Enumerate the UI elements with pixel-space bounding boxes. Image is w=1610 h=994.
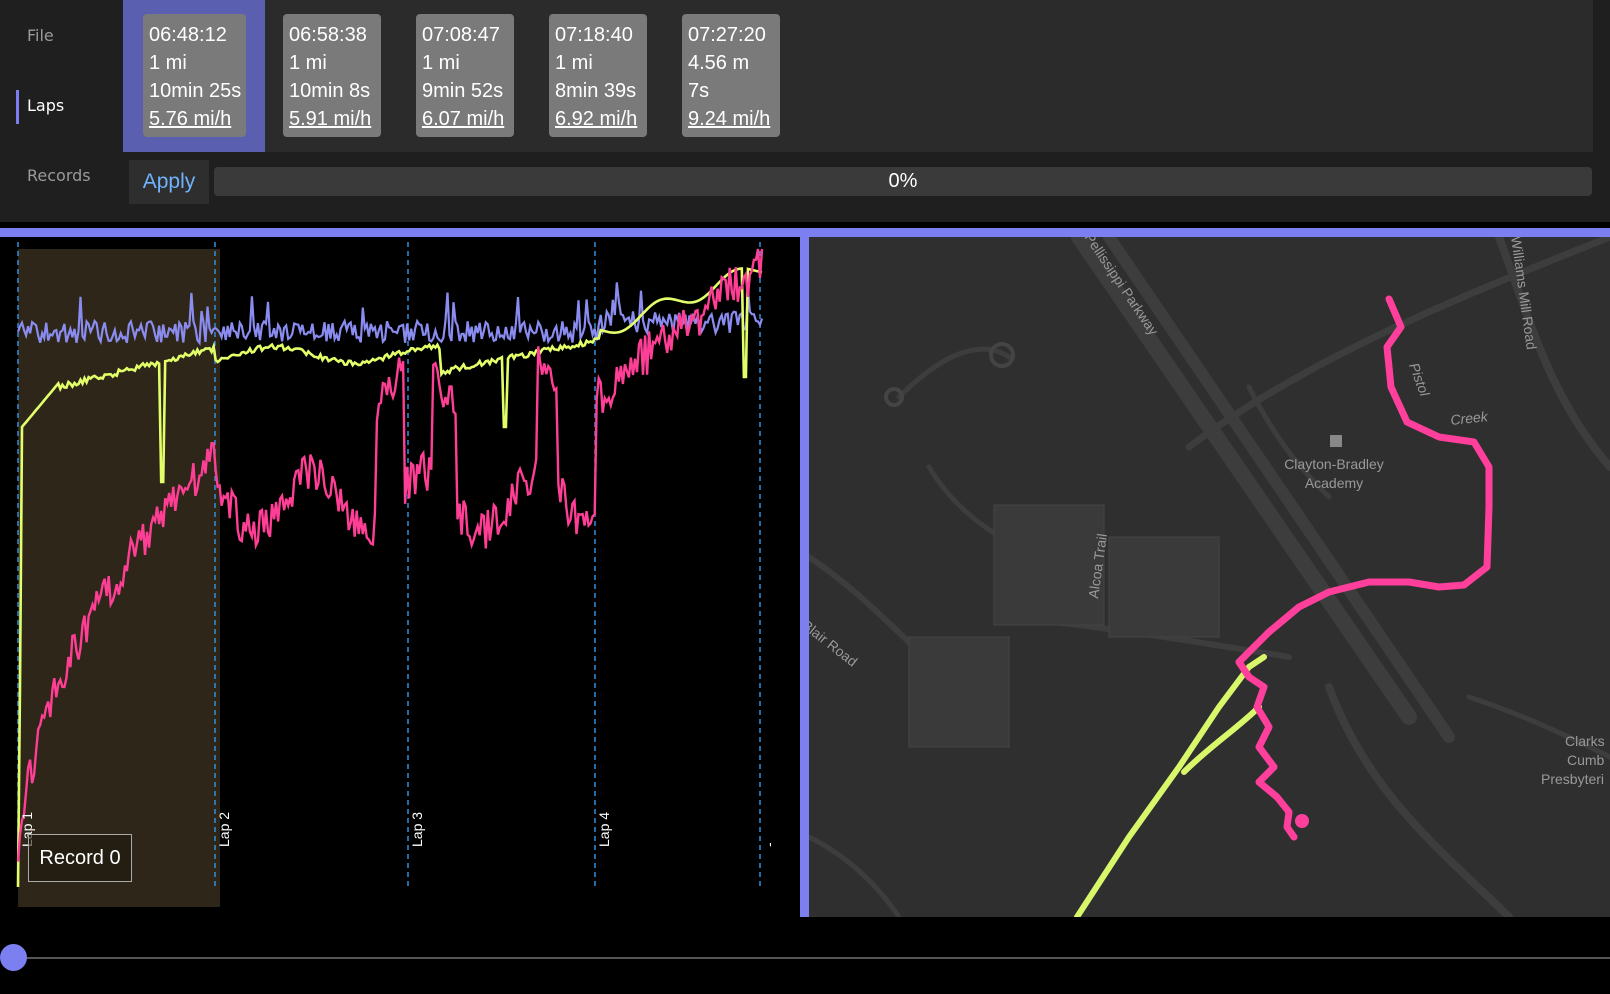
record-tooltip: Record 0	[28, 834, 132, 882]
map-label-road: Blair Road	[809, 617, 861, 670]
lap-card[interactable]: 07:08:47 1 mi 9min 52s 6.07 mi/h	[416, 14, 514, 137]
lap-distance: 1 mi	[555, 52, 593, 74]
lap-card[interactable]: 07:27:20 4.56 m 7s 9.24 mi/h	[682, 14, 780, 137]
lap-label: Lap 2	[216, 812, 232, 847]
lap-time: 06:58:38	[289, 24, 367, 46]
nav-item-file[interactable]: File	[27, 26, 54, 45]
map-label-poi: Clayton-Bradley	[1284, 456, 1384, 472]
lap-card[interactable]: 06:58:38 1 mi 10min 8s 5.91 mi/h	[283, 14, 381, 137]
nav-item-laps[interactable]: Laps	[27, 96, 64, 115]
lap-speed-link[interactable]: 9.24 mi/h	[688, 105, 774, 133]
nav-active-indicator	[16, 90, 19, 124]
map-track-end-marker	[1295, 814, 1309, 828]
lap-selection-region	[18, 249, 220, 907]
nav-item-records[interactable]: Records	[27, 166, 91, 185]
lap-time: 07:27:20	[688, 24, 766, 46]
lap-speed-link[interactable]: 5.91 mi/h	[289, 105, 375, 133]
lap-duration: 10min 8s	[289, 80, 371, 102]
lap-duration: 7s	[688, 80, 710, 102]
map-track-yellow	[1074, 654, 1267, 917]
progress-text: 0%	[888, 170, 918, 192]
apply-button[interactable]: Apply	[129, 160, 209, 204]
lap-time: 07:08:47	[422, 24, 500, 46]
progress-bar: 0%	[214, 167, 1592, 196]
map-label-poi: Cumb	[1567, 752, 1605, 768]
map-parking	[884, 342, 1220, 748]
lap-speed-link[interactable]: 6.07 mi/h	[422, 105, 508, 133]
map-label-poi: Clarks	[1565, 733, 1605, 749]
lap-time: 07:18:40	[555, 24, 633, 46]
lap-label: Lap 3	[409, 812, 425, 847]
timeline-slider-thumb[interactable]	[0, 944, 27, 971]
map-label-water: Pistol	[1406, 361, 1433, 399]
lap-distance: 4.56 m	[688, 52, 750, 74]
section-border	[0, 228, 1610, 237]
chart-panel[interactable]: Lap 1 Lap 2 Lap 3 Lap 4- Record 0	[0, 237, 800, 917]
lap-duration: 10min 25s	[149, 80, 242, 102]
map-label-poi: Academy	[1305, 475, 1363, 491]
chart-svg[interactable]: Lap 1 Lap 2 Lap 3 Lap 4-	[0, 237, 800, 917]
lap-label: Lap 4	[596, 812, 612, 847]
lap-card[interactable]: 07:18:40 1 mi 8min 39s 6.92 mi/h	[549, 14, 647, 137]
lap-speed-link[interactable]: 6.92 mi/h	[555, 105, 641, 133]
map-svg[interactable]: Pellissippi Parkway Alcoa Trail Williams…	[809, 237, 1610, 917]
map-panel[interactable]: Pellissippi Parkway Alcoa Trail Williams…	[809, 237, 1610, 917]
lap-speed-link[interactable]: 5.76 mi/h	[149, 105, 240, 133]
map-label-poi: Presbyteri	[1541, 771, 1604, 787]
panel-divider[interactable]	[800, 237, 809, 917]
lap-distance: 1 mi	[149, 52, 187, 74]
lap-card[interactable]: 06:48:12 1 mi 10min 25s 5.76 mi/h	[143, 14, 246, 137]
map-label-road: Williams Mill Road	[1508, 237, 1540, 351]
lap-duration: 9min 52s	[422, 80, 504, 102]
laps-strip: 06:48:12 1 mi 10min 25s 5.76 mi/h 06:58:…	[123, 0, 1593, 152]
top-panel: File Laps Records 06:48:12 1 mi 10min 25…	[0, 0, 1610, 222]
lap-duration: 8min 39s	[555, 80, 637, 102]
nav-menu: File Laps Records	[0, 0, 122, 222]
map-label-water: Creek	[1450, 408, 1490, 428]
lap-distance: 1 mi	[422, 52, 460, 74]
timeline-slider-track[interactable]	[12, 957, 1610, 959]
school-icon	[1330, 435, 1342, 447]
lap-distance: 1 mi	[289, 52, 327, 74]
lap-label: -	[761, 842, 777, 847]
lap-time: 06:48:12	[149, 24, 227, 46]
